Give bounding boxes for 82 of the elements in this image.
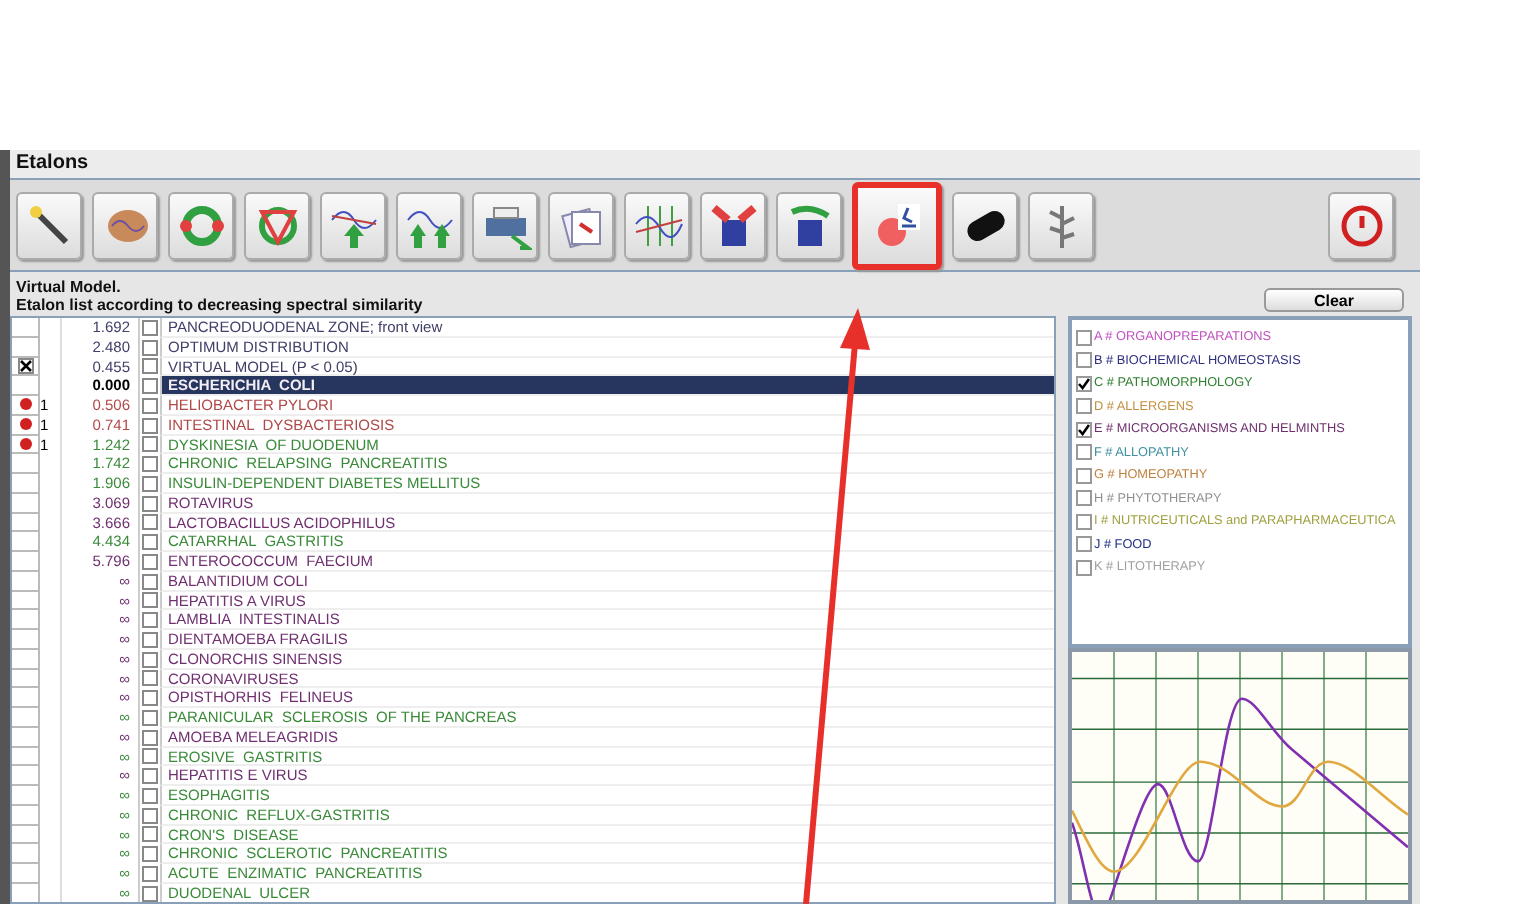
marker-cell[interactable]: [12, 493, 40, 513]
marker-cell[interactable]: [12, 454, 40, 474]
checkbox[interactable]: [142, 651, 158, 668]
clear-button[interactable]: Clear: [1264, 288, 1404, 312]
marker-cell[interactable]: [12, 747, 40, 767]
checkbox[interactable]: [142, 358, 158, 375]
checkbox[interactable]: [142, 631, 158, 648]
marker-cell[interactable]: [12, 805, 40, 825]
window-title: Etalons: [10, 150, 1420, 180]
checkbox[interactable]: [142, 456, 158, 473]
marker-cell[interactable]: [12, 727, 40, 747]
checkbox[interactable]: [142, 846, 158, 863]
status-dot: [19, 418, 31, 431]
marker-cell[interactable]: [12, 708, 40, 728]
cup-arrows-icon: [707, 199, 759, 251]
marker-cell[interactable]: [12, 630, 40, 650]
toolbar-button[interactable]: [16, 191, 82, 259]
checkbox[interactable]: [142, 573, 158, 590]
checkbox[interactable]: [142, 553, 158, 570]
marker-cell[interactable]: [12, 591, 40, 611]
checkbox[interactable]: [142, 826, 158, 843]
checkbox[interactable]: [1076, 490, 1092, 507]
checkbox[interactable]: [1076, 513, 1092, 530]
checkbox[interactable]: [142, 475, 158, 492]
checkbox[interactable]: [1076, 375, 1092, 392]
status-dot: [19, 398, 31, 411]
checkbox[interactable]: [1076, 329, 1092, 346]
marker-cell[interactable]: [12, 357, 40, 377]
checkbox[interactable]: [1076, 352, 1092, 369]
checkbox[interactable]: [142, 378, 158, 395]
checkbox[interactable]: [142, 885, 158, 902]
marker-cell[interactable]: [12, 649, 40, 669]
checkbox[interactable]: [142, 748, 158, 765]
marker-cell[interactable]: [12, 513, 40, 533]
checkbox[interactable]: [1076, 467, 1092, 484]
marker-cell[interactable]: [12, 376, 40, 396]
marker-cell[interactable]: [12, 474, 40, 494]
marker-cell[interactable]: [12, 610, 40, 630]
marker-cell[interactable]: [12, 571, 40, 591]
checkbox[interactable]: [142, 592, 158, 609]
checkbox[interactable]: [1076, 536, 1092, 553]
checkbox[interactable]: [142, 670, 158, 687]
checkbox[interactable]: [142, 865, 158, 882]
marker-cell[interactable]: [12, 318, 40, 338]
marker-cell[interactable]: [12, 552, 40, 572]
toolbar-button[interactable]: [776, 191, 842, 259]
checkbox[interactable]: [142, 436, 158, 453]
marker-cell[interactable]: [12, 669, 40, 689]
marker-cell[interactable]: [12, 825, 40, 845]
marker-cell[interactable]: [12, 864, 40, 884]
marker-cell[interactable]: [12, 844, 40, 864]
checkbox[interactable]: [142, 495, 158, 512]
checkbox[interactable]: [142, 690, 158, 707]
checkbox[interactable]: [142, 768, 158, 785]
checkbox[interactable]: [142, 709, 158, 726]
checkbox[interactable]: [142, 339, 158, 356]
checkbox[interactable]: [142, 417, 158, 434]
model-title: Virtual Model.: [16, 278, 123, 296]
checkbox[interactable]: [1076, 398, 1092, 415]
checkbox[interactable]: [142, 612, 158, 629]
marker-cell[interactable]: [12, 766, 40, 786]
checkbox[interactable]: [1076, 559, 1092, 576]
checkbox[interactable]: [1076, 444, 1092, 461]
marker-cell[interactable]: [12, 532, 40, 552]
toolbar-button[interactable]: [700, 191, 766, 259]
checkbox[interactable]: [142, 787, 158, 804]
checkbox[interactable]: [142, 397, 158, 414]
checkbox[interactable]: [1076, 421, 1092, 438]
checkbox[interactable]: [142, 319, 158, 336]
power-button[interactable]: [1328, 191, 1394, 259]
list-description: Etalon list according to decreasing spectral similarity: [16, 296, 425, 314]
status-dot: [19, 437, 31, 450]
checkbox[interactable]: [142, 514, 158, 531]
marker-cell[interactable]: [12, 396, 40, 416]
marker-cell[interactable]: [12, 786, 40, 806]
checkbox[interactable]: [142, 807, 158, 824]
marker-cell[interactable]: [12, 688, 40, 708]
checkbox[interactable]: [142, 729, 158, 746]
checkbox[interactable]: [142, 534, 158, 551]
toolbar-button[interactable]: [952, 191, 1018, 259]
marker-cell[interactable]: [12, 415, 40, 435]
marker-cell[interactable]: [12, 435, 40, 455]
